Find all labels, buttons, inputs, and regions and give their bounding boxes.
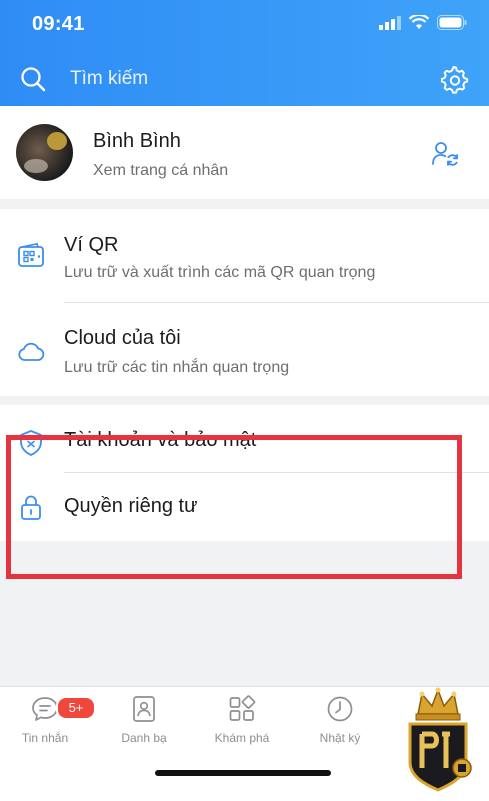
view-profile-link[interactable]: Xem trang cá nhân <box>93 162 228 180</box>
chat-icon <box>32 697 58 721</box>
qr-wallet-title: Ví QR <box>64 234 119 256</box>
tab-label: Danh bạ <box>121 731 167 745</box>
cloud-icon <box>18 342 45 361</box>
unread-badge: 5+ <box>56 696 96 720</box>
tab-label: Khám phá <box>214 731 270 745</box>
highlight-annotation <box>6 435 462 579</box>
cloud-subtitle: Lưu trữ các tin nhắn quan trọng <box>64 359 290 376</box>
battery-icon <box>437 15 467 30</box>
tab-contacts[interactable]: Danh bạ <box>104 695 184 745</box>
utilities-section: Ví QR Lưu trữ và xuất trình các mã QR qu… <box>0 209 489 396</box>
tab-timeline[interactable]: Nhật ký <box>300 695 380 745</box>
menu-item-cloud[interactable]: Cloud của tôi Lưu trữ các tin nhắn quan … <box>0 303 489 396</box>
avatar[interactable] <box>16 124 73 181</box>
menu-item-qr-wallet[interactable]: Ví QR Lưu trữ và xuất trình các mã QR qu… <box>0 209 489 303</box>
search-input[interactable]: Tìm kiếm <box>70 68 148 90</box>
tab-discover[interactable]: Khám phá <box>202 695 282 745</box>
qr-wallet-icon <box>18 242 44 267</box>
tab-label: Tin nhắn <box>21 731 69 745</box>
home-indicator <box>155 770 331 776</box>
wifi-icon <box>409 15 429 29</box>
clock-icon <box>327 696 353 722</box>
switch-account-icon[interactable] <box>431 140 459 168</box>
status-icons <box>379 15 467 30</box>
crown-logo-icon <box>408 687 472 792</box>
discover-icon <box>229 695 256 721</box>
tab-label: Nhật ký <box>319 731 361 745</box>
contacts-icon <box>133 696 155 722</box>
app-header: 09:41 Tìm kiếm <box>0 0 489 106</box>
status-time: 09:41 <box>32 13 85 35</box>
profile-card[interactable]: Bình Bình Xem trang cá nhân <box>0 106 489 199</box>
search-icon[interactable] <box>20 66 46 92</box>
profile-name: Bình Bình <box>93 130 181 152</box>
qr-wallet-subtitle: Lưu trữ và xuất trình các mã QR quan trọ… <box>64 264 376 281</box>
gear-icon[interactable] <box>441 66 469 94</box>
cloud-title: Cloud của tôi <box>64 327 181 349</box>
signal-icon <box>379 15 401 30</box>
